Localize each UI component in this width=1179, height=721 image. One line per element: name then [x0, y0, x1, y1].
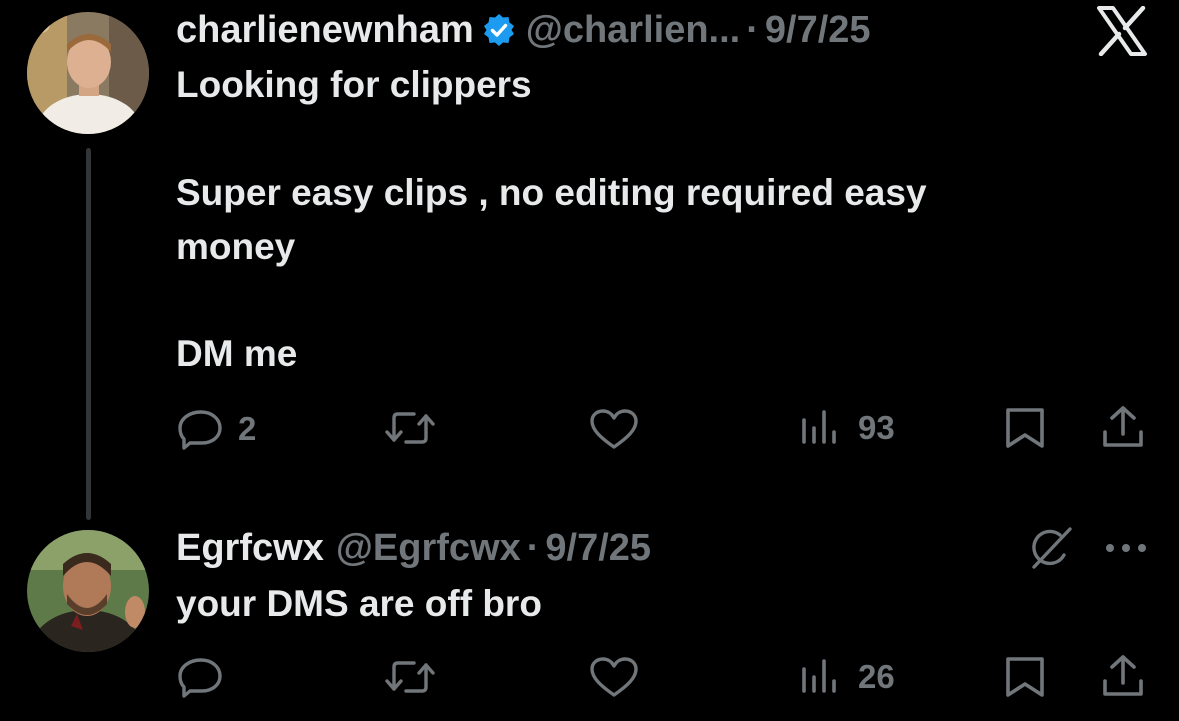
- tweet-line: Super easy clips , no editing required e…: [176, 172, 927, 213]
- bookmark-button[interactable]: [1004, 406, 1046, 450]
- views-icon: [800, 657, 842, 697]
- heart-icon: [589, 656, 639, 698]
- share-button[interactable]: [1100, 653, 1146, 699]
- retweet-button[interactable]: [384, 657, 448, 697]
- thread-connector: [86, 148, 91, 520]
- handle[interactable]: @Egrfcwx: [336, 526, 521, 570]
- views-button[interactable]: 93: [800, 408, 895, 448]
- bookmark-icon: [1004, 655, 1046, 699]
- separator: ·: [526, 527, 540, 569]
- reply-line: your DMS are off bro: [176, 583, 542, 624]
- tweet-line: money: [176, 226, 296, 267]
- views-button[interactable]: 26: [800, 657, 895, 697]
- reply-button[interactable]: 2: [178, 408, 256, 450]
- reply-header: Egrfcwx @Egrfcwx · 9/7/25: [176, 526, 651, 570]
- avatar[interactable]: [27, 530, 149, 652]
- views-icon: [800, 408, 842, 448]
- bookmark-button[interactable]: [1004, 655, 1046, 699]
- share-icon: [1100, 404, 1146, 450]
- reply-icon: [178, 656, 224, 698]
- share-icon: [1100, 653, 1146, 699]
- timestamp[interactable]: 9/7/25: [545, 526, 651, 570]
- like-button[interactable]: [589, 656, 651, 698]
- like-button[interactable]: [589, 408, 651, 450]
- reply-count: 2: [238, 410, 257, 447]
- views-count: 26: [858, 658, 895, 695]
- more-dots-icon[interactable]: [1104, 540, 1148, 561]
- verified-badge-icon: [482, 13, 516, 47]
- timestamp[interactable]: 9/7/25: [765, 8, 871, 52]
- share-button[interactable]: [1100, 404, 1146, 450]
- separator: ·: [746, 9, 759, 51]
- display-name[interactable]: charlienewnham: [176, 8, 474, 52]
- display-name[interactable]: Egrfcwx: [176, 526, 324, 570]
- retweet-icon: [384, 408, 436, 448]
- reply-button[interactable]: [178, 656, 238, 698]
- tweet-line: Looking for clippers: [176, 64, 532, 105]
- avatar[interactable]: [27, 12, 149, 134]
- reply-icon: [178, 408, 224, 450]
- tweet-header: charlienewnham @charlien... · 9/7/25: [176, 8, 871, 52]
- heart-icon: [589, 408, 639, 450]
- handle[interactable]: @charlien...: [526, 8, 740, 52]
- retweet-icon: [384, 657, 436, 697]
- views-count: 93: [858, 409, 895, 446]
- bookmark-icon: [1004, 406, 1046, 450]
- retweet-button[interactable]: [384, 408, 448, 448]
- tweet-line: DM me: [176, 333, 298, 374]
- x-logo-icon: [1095, 5, 1149, 61]
- grok-icon[interactable]: [1026, 525, 1074, 578]
